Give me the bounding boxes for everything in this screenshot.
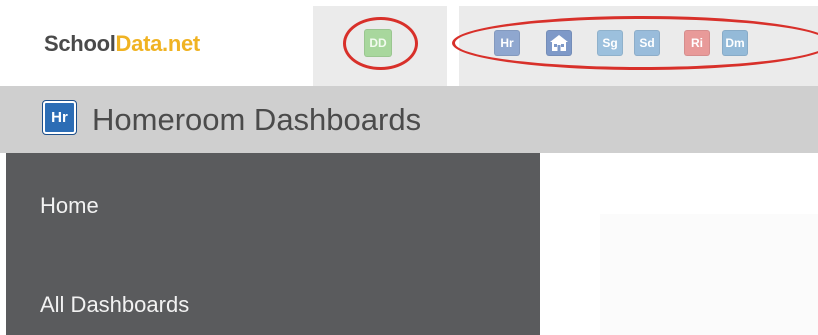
top-bar: SchoolData.net DD Hr Sg Sd Ri Dm	[0, 0, 818, 86]
sidebar-nav: Home All Dashboards	[6, 153, 540, 335]
page-header: Hr Homeroom Dashboards	[0, 86, 818, 153]
annotation-ellipse-apps	[452, 16, 818, 70]
annotation-circle-dd	[343, 17, 418, 70]
content-area	[600, 214, 818, 335]
homeroom-app-badge: Hr	[43, 101, 76, 134]
logo-text-school: School	[44, 31, 116, 56]
homeroom-badge-label: Hr	[51, 109, 68, 126]
sidebar-item-home[interactable]: Home	[40, 193, 99, 219]
logo-text-data-net: Data.net	[115, 31, 201, 56]
page-title: Homeroom Dashboards	[92, 102, 422, 137]
sidebar-item-all-dashboards[interactable]: All Dashboards	[40, 292, 189, 318]
schooldata-logo[interactable]: SchoolData.net	[44, 30, 200, 58]
